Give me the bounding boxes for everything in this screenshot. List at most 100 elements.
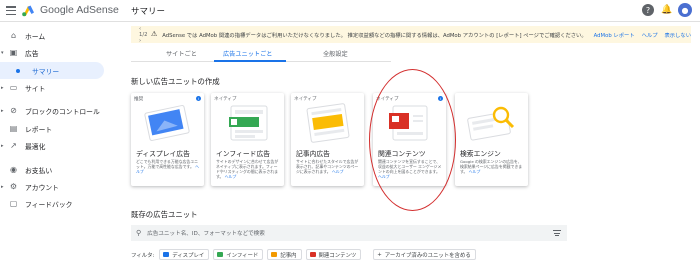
in-article-ad-card[interactable]: ネイティブ 記事内広告 サイトに合わせたスタイルで広告が表示され、記事やコンテン… [291, 93, 364, 186]
sidebar-item-feedback[interactable]: ▢ フィードバック [0, 195, 110, 212]
optimize-icon: ↗ [10, 141, 17, 150]
tab-by-site[interactable]: サイトごと [166, 49, 197, 58]
filter-chip-in-article[interactable]: 記事内 [267, 249, 302, 260]
card-description: Google の検索エンジンの広告を、検索結果ページに広告を掲載できます。 ヘル… [460, 159, 524, 174]
home-icon: ⌂ [10, 31, 17, 40]
chip-label: 記事内 [280, 252, 297, 259]
help-icon[interactable]: ? [642, 4, 654, 16]
account-icon: ⚙ [9, 182, 18, 191]
sidebar-item-label: サマリー [32, 67, 60, 76]
menu-icon[interactable] [6, 6, 16, 16]
in-article-swatch-icon [271, 252, 278, 257]
admob-notice-banner: ‹ 1/2 › ⚠ AdSense では AdMob 関連の指標データはご利用い… [131, 26, 692, 44]
sidebar-item-ads[interactable]: ▾ ▣ 広告 [0, 44, 110, 61]
sidebar-item-account[interactable]: ▸ ⚙ アカウント [0, 178, 110, 195]
card-tag: ネイティブ [294, 97, 317, 102]
card-tag: ネイティブ [214, 97, 237, 102]
search-engine-card[interactable]: 検索エンジン Google の検索エンジンの広告を、検索結果ページに広告を掲載で… [455, 93, 528, 186]
chip-label: アーカイブ済みのユニットを含める [384, 252, 471, 259]
search-icon: ⚲ [136, 229, 142, 237]
card-help-link[interactable]: ヘルプ [225, 174, 237, 179]
active-dot-icon [16, 68, 20, 73]
block-icon: ⊘ [10, 106, 17, 115]
info-icon[interactable]: i [196, 96, 201, 101]
search-engine-illustration-icon [467, 106, 515, 141]
sidebar-item-home[interactable]: ⌂ ホーム [0, 27, 110, 44]
chevron-right-icon: ▸ [1, 183, 4, 190]
sidebar-item-label: ホーム [25, 32, 46, 41]
card-description-text: どこでも利用できる万能な広告ユニット。万能で高性能な広告です。 [136, 159, 199, 169]
card-help-link[interactable]: ヘルプ [469, 169, 481, 174]
sidebar-item-reports[interactable]: ▤ レポート [0, 120, 110, 137]
bell-icon[interactable]: 🔔 [661, 5, 672, 16]
sidebar-item-label: 最適化 [25, 142, 46, 151]
sidebar-item-block-controls[interactable]: ▸ ⊘ ブロックのコントロール [0, 102, 110, 119]
filter-chip-matched-content[interactable]: 関連コンテンツ [305, 249, 362, 260]
in-feed-ad-illustration-icon [229, 105, 268, 141]
filter-list-icon[interactable] [553, 230, 561, 238]
search-placeholder: 広告ユニット名、ID、フォーマットなどで検索 [147, 231, 265, 237]
filter-chip-in-feed[interactable]: インフィード [213, 249, 264, 260]
chevron-right-icon: ▸ [1, 107, 4, 114]
card-title: インフィード広告 [216, 150, 271, 158]
dismiss-link[interactable]: 表示しない [665, 31, 692, 39]
sidebar: ⌂ ホーム ▾ ▣ 広告 サマリー ▸ ▭ サイト ▸ ⊘ ブロックのコントロール ▤… [0, 22, 113, 268]
sidebar-item-optimize[interactable]: ▸ ↗ 最適化 [0, 137, 110, 154]
warning-icon: ⚠ [150, 30, 158, 38]
new-units-heading: 新しい広告ユニットの作成 [131, 77, 220, 86]
card-description: どこでも利用できる万能な広告ユニット。万能で高性能な広告です。 ヘルプ [136, 159, 200, 174]
card-description: サイトに合わせたスタイルで広告が表示され、記事やコンテンツのページに表示されます… [296, 159, 360, 174]
card-title: ディスプレイ広告 [136, 150, 190, 158]
tab-general-settings[interactable]: 全般設定 [323, 49, 348, 58]
display-ad-illustration-icon [144, 105, 190, 141]
sidebar-item-label: フィードバック [25, 200, 73, 209]
ads-icon: ▣ [9, 48, 18, 57]
banner-pager-text: 1/2 [139, 31, 148, 38]
brand-name: Google AdSense [40, 4, 119, 16]
sidebar-item-label: ブロックのコントロール [25, 107, 100, 116]
chevron-right-icon: ▸ [1, 84, 4, 91]
chevron-right-icon: ▸ [1, 142, 4, 149]
chip-label: インフィード [226, 252, 259, 259]
filter-label: フィルタ: [131, 252, 155, 259]
banner-message: AdSense では AdMob 関連の指標データはご利用いただけなくなりました… [162, 32, 587, 39]
banner-pager[interactable]: ‹ 1/2 › [139, 26, 151, 44]
card-title: 検索エンジン [460, 150, 501, 158]
chip-label: 関連コンテンツ [318, 252, 357, 259]
in-feed-ad-card[interactable]: ネイティブ インフィード広告 サイトのデザインに合わせて広告がネイティブに表示さ… [211, 93, 284, 186]
card-description-text: サイトに合わせたスタイルで広告が表示され、記事やコンテンツのページに表示されます… [296, 159, 359, 174]
tab-bar: サイトごと 広告ユニットごと 全般設定 [131, 45, 391, 62]
in-feed-swatch-icon [217, 252, 224, 257]
in-article-ad-illustration-icon [306, 103, 350, 143]
sidebar-item-label: レポート [25, 125, 53, 134]
ad-unit-search-input[interactable]: ⚲ 広告ユニット名、ID、フォーマットなどで検索 [131, 225, 567, 241]
card-help-link[interactable]: ヘルプ [332, 169, 344, 174]
help-link[interactable]: ヘルプ [642, 31, 658, 39]
plus-icon: + [377, 251, 382, 258]
active-tab-indicator [214, 60, 286, 62]
sidebar-item-sites[interactable]: ▸ ▭ サイト [0, 79, 110, 96]
adsense-logo-icon [22, 5, 34, 17]
sidebar-item-label: サイト [25, 84, 46, 93]
sidebar-item-label: お支払い [25, 166, 53, 175]
top-bar: Google AdSense サマリー ? 🔔 ● [0, 0, 700, 22]
existing-units-heading: 既存の広告ユニット [131, 210, 198, 219]
chevron-down-icon: ▾ [1, 49, 4, 56]
tab-by-ad-unit[interactable]: 広告ユニットごと [223, 49, 273, 58]
display-ad-card[interactable]: 推奨 i ディスプレイ広告 どこでも利用できる万能な広告ユニット。万能で高性能な… [131, 93, 204, 186]
highlight-circle [369, 69, 456, 211]
filter-chip-display[interactable]: ディスプレイ [159, 249, 210, 260]
chip-label: ディスプレイ [172, 252, 205, 259]
sidebar-item-payments[interactable]: ◉ お支払い [0, 161, 110, 178]
avatar[interactable]: ● [678, 3, 692, 17]
admob-report-link[interactable]: AdMob レポート [594, 31, 635, 39]
sites-icon: ▭ [9, 83, 18, 92]
sidebar-item-summary[interactable]: サマリー [0, 62, 104, 79]
filter-row: フィルタ: ディスプレイ インフィード 記事内 関連コンテンツ + アーカイブ済み… [131, 249, 480, 260]
include-archived-button[interactable]: + アーカイブ済みのユニットを含める [373, 249, 476, 260]
page-title: サマリー [131, 7, 166, 17]
card-tag: 推奨 [134, 97, 144, 102]
payments-icon: ◉ [10, 165, 17, 174]
matched-content-swatch-icon [309, 252, 316, 257]
card-title: 記事内広告 [296, 150, 330, 158]
